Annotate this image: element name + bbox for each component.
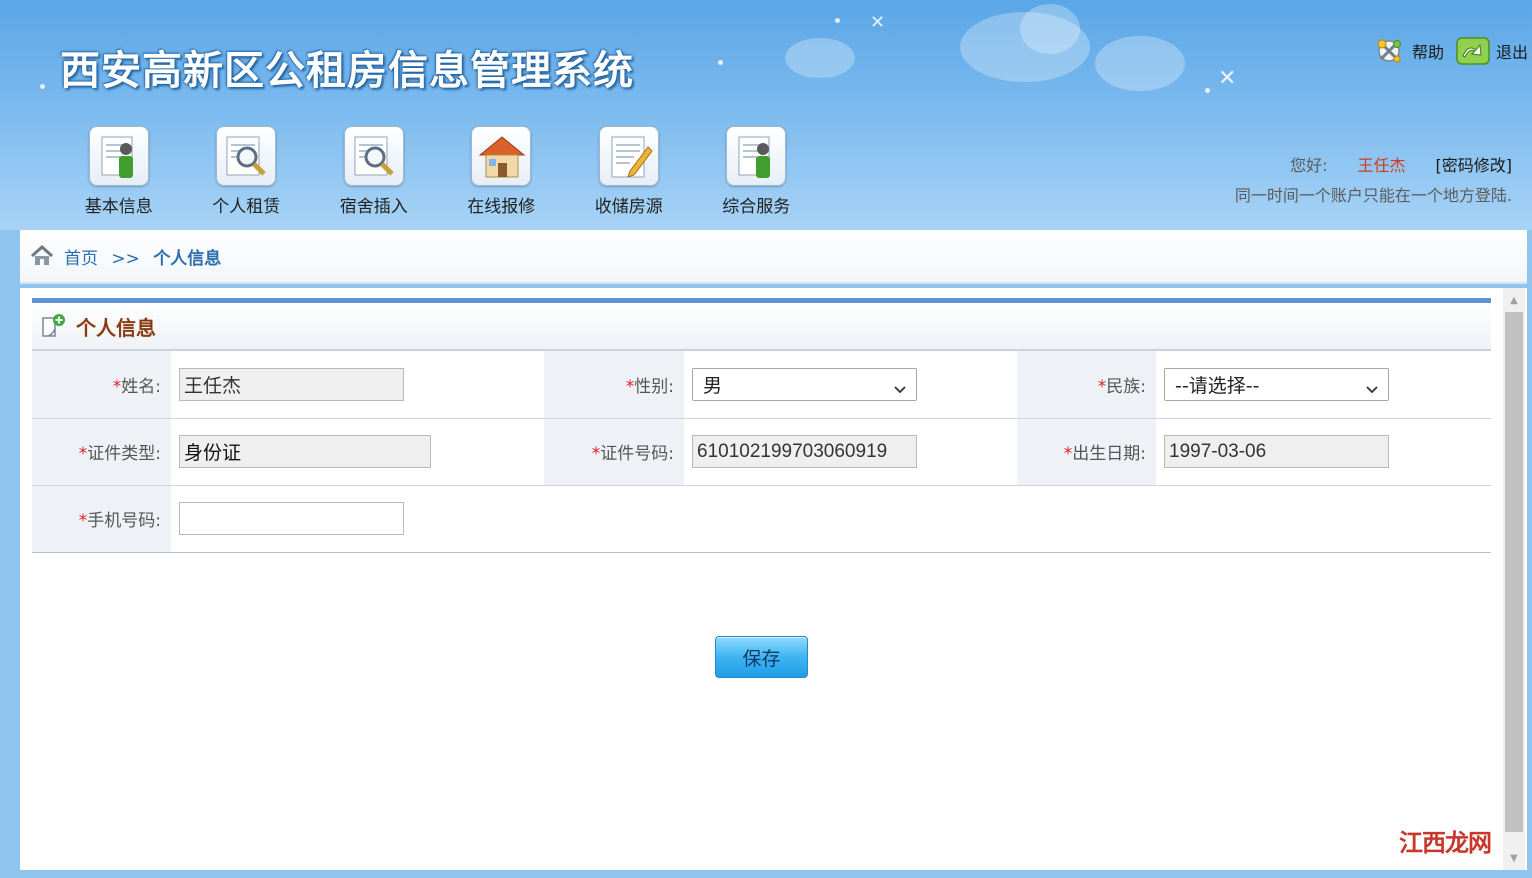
system-title: 西安高新区公租房信息管理系统 <box>60 48 634 94</box>
cloud-decoration <box>1020 4 1080 54</box>
exit-label: 退出 <box>1495 43 1528 62</box>
name-label: *姓名: <box>32 351 171 418</box>
search-doc-icon <box>343 126 404 186</box>
help-link[interactable]: 帮助 <box>1372 34 1444 68</box>
gender-select[interactable]: 男 <box>692 367 917 401</box>
form-row: *证件类型: 身份证 *证件号码: 610102199703060919 *出生… <box>32 418 1491 485</box>
person-doc-icon <box>726 126 787 186</box>
user-area: 您好: 王任杰 [密码修改] 同一时间一个账户只能在一个地方登陆. <box>1235 152 1512 206</box>
birth-date-field[interactable]: 1997-03-06 <box>1164 435 1389 468</box>
nav-label: 基本信息 <box>84 197 153 217</box>
form-row: *姓名: 王任杰 *性别: 男 *民族: --请选择-- <box>32 351 1491 418</box>
form-row: *手机号码: <box>32 485 1491 552</box>
nav-item-storage-housing[interactable]: 收储房源 <box>565 126 693 217</box>
watermark-logo: 江西龙网 <box>1399 823 1492 858</box>
cloud-decoration <box>785 38 855 78</box>
nav-item-online-repair[interactable]: 在线报修 <box>438 126 566 217</box>
id-type-label: *证件类型: <box>32 418 171 485</box>
star-decoration <box>835 18 840 23</box>
personal-info-panel: 个人信息 *姓名: 王任杰 *性别: 男 *民族: --请选择-- *证件类型:… <box>32 298 1491 553</box>
id-number-label: *证件号码: <box>544 418 684 485</box>
phone-input[interactable] <box>179 502 404 535</box>
content-area: 个人信息 *姓名: 王任杰 *性别: 男 *民族: --请选择-- *证件类型:… <box>20 288 1527 870</box>
top-links: 帮助 退出 <box>1366 34 1528 68</box>
personal-info-form: *姓名: 王任杰 *性别: 男 *民族: --请选择-- *证件类型: 身份证 … <box>32 351 1491 553</box>
greeting-label: 您好: <box>1290 156 1328 175</box>
app-header: ✕ ✕ 西安高新区公租房信息管理系统 帮助 退出 基本信息 个人租赁 宿舍插入 … <box>0 0 1532 230</box>
star-decoration <box>40 84 45 89</box>
breadcrumb: 首页 >> 个人信息 <box>20 230 1527 284</box>
home-icon <box>30 244 54 267</box>
gender-label: *性别: <box>544 351 684 418</box>
panel-title: 个人信息 <box>76 315 156 340</box>
chevron-down-icon <box>1366 378 1378 394</box>
ethnicity-select[interactable]: --请选择-- <box>1164 367 1389 401</box>
pencil-doc-icon <box>598 126 659 186</box>
id-type-field[interactable]: 身份证 <box>179 435 431 468</box>
search-doc-icon <box>216 126 277 186</box>
scroll-down-arrow-icon[interactable]: ▼ <box>1503 848 1525 868</box>
chevron-down-icon <box>894 378 906 394</box>
cloud-decoration <box>1095 36 1185 91</box>
change-password-link[interactable]: [密码修改] <box>1436 152 1513 176</box>
user-name: 王任杰 <box>1357 156 1406 175</box>
phone-label: *手机号码: <box>32 485 171 552</box>
login-notice: 同一时间一个账户只能在一个地方登陆. <box>1234 186 1512 205</box>
main-nav: 基本信息 个人租赁 宿舍插入 在线报修 收储房源 综合服务 <box>55 126 820 217</box>
sparkle-decoration: ✕ <box>870 12 886 33</box>
gender-value: 男 <box>703 374 723 397</box>
star-decoration <box>718 60 723 65</box>
exit-link[interactable]: 退出 <box>1456 36 1528 66</box>
birth-date-label: *出生日期: <box>1017 418 1156 485</box>
exit-icon <box>1456 36 1490 66</box>
nav-label: 个人租赁 <box>212 197 281 217</box>
ethnicity-value: --请选择-- <box>1175 374 1260 397</box>
help-icon <box>1372 34 1406 68</box>
nav-item-basic-info[interactable]: 基本信息 <box>55 126 183 217</box>
name-field[interactable]: 王任杰 <box>179 367 404 401</box>
nav-item-general-service[interactable]: 综合服务 <box>693 126 821 217</box>
nav-label: 收储房源 <box>594 197 663 217</box>
person-doc-icon <box>88 126 149 186</box>
nav-label: 在线报修 <box>467 197 536 217</box>
star-decoration <box>1205 88 1210 93</box>
panel-header: 个人信息 <box>32 303 1491 351</box>
nav-item-dorm-insert[interactable]: 宿舍插入 <box>310 126 438 217</box>
add-form-icon <box>40 313 66 339</box>
help-label: 帮助 <box>1411 43 1444 62</box>
scrollbar-thumb[interactable] <box>1505 312 1523 832</box>
nav-label: 综合服务 <box>722 197 791 217</box>
house-icon <box>471 126 532 186</box>
breadcrumb-home-link[interactable]: 首页 <box>64 249 98 269</box>
ethnicity-label: *民族: <box>1017 351 1156 418</box>
watermark-text: 江西龙网 <box>1399 828 1492 857</box>
vertical-scrollbar[interactable]: ▲ ▼ <box>1503 288 1525 870</box>
nav-item-personal-rental[interactable]: 个人租赁 <box>183 126 311 217</box>
save-button[interactable]: 保存 <box>715 636 808 678</box>
scroll-up-arrow-icon[interactable]: ▲ <box>1503 290 1525 310</box>
sparkle-decoration: ✕ <box>1218 66 1237 91</box>
breadcrumb-current: 个人信息 <box>153 248 222 269</box>
nav-label: 宿舍插入 <box>339 197 408 217</box>
breadcrumb-separator: >> <box>111 248 140 269</box>
id-number-field[interactable]: 610102199703060919 <box>692 435 917 468</box>
